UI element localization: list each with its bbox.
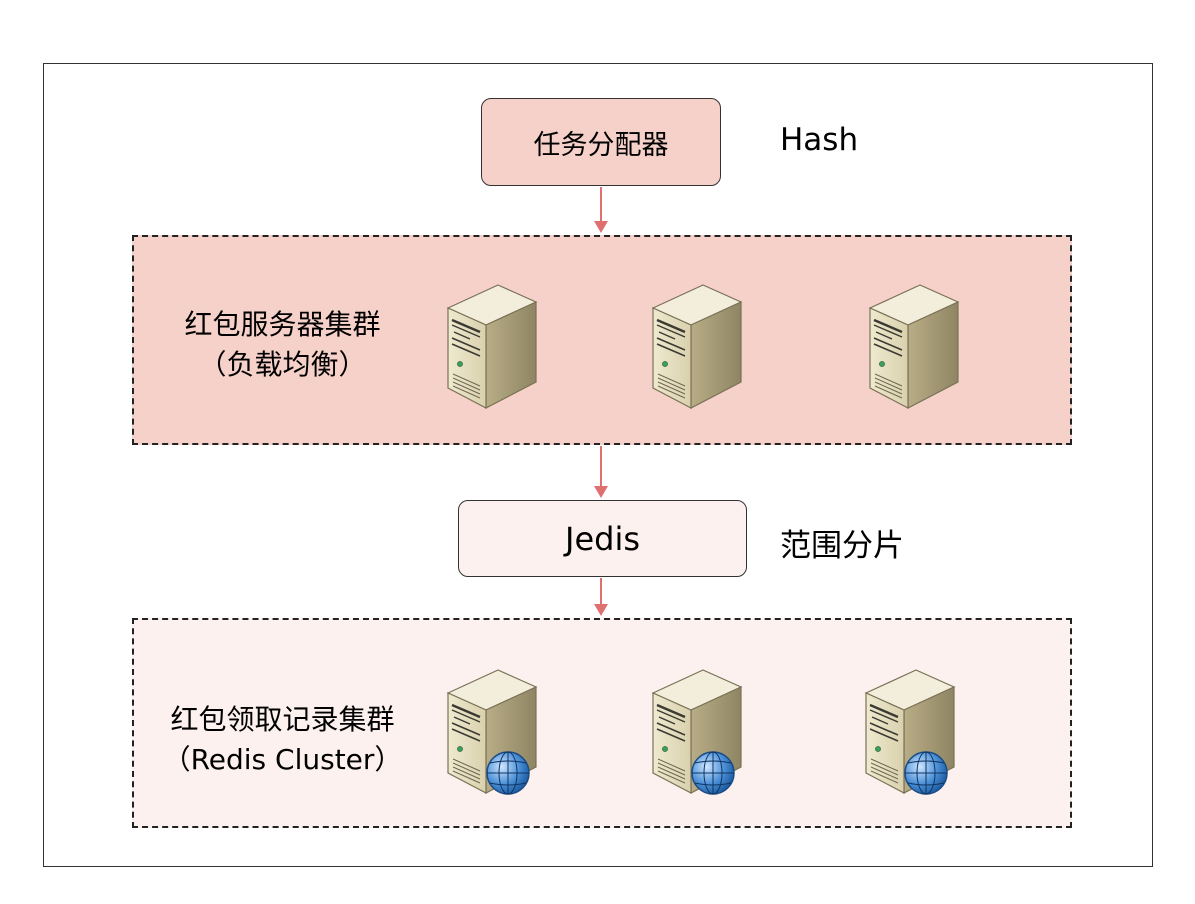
arrow-cluster-to-jedis [594, 446, 608, 498]
redis-cluster-title-line2: （Redis Cluster） [162, 743, 403, 776]
service-cluster-title-line1: 红包服务器集群 [184, 308, 381, 341]
jedis-label: Jedis [565, 519, 640, 558]
service-cluster-title-line2: （负载均衡） [198, 348, 367, 381]
arrow-jedis-to-redis [594, 578, 608, 616]
jedis-annotation: 范围分片 [780, 528, 904, 564]
server-icon [645, 280, 755, 415]
redis-cluster-title: 红包领取记录集群 （Redis Cluster） [150, 700, 415, 780]
jedis-box: Jedis [458, 500, 747, 577]
web-server-icon [440, 665, 550, 800]
dispatcher-annotation: Hash [780, 122, 859, 158]
server-icon [440, 280, 550, 415]
dispatcher-box: 任务分配器 [481, 98, 721, 186]
service-cluster-title: 红包服务器集群 （负载均衡） [150, 305, 415, 385]
arrow-dispatcher-to-cluster [594, 187, 608, 233]
server-icon [862, 280, 972, 415]
dispatcher-label: 任务分配器 [533, 129, 669, 161]
web-server-icon [645, 665, 755, 800]
redis-cluster-title-line1: 红包领取记录集群 [170, 703, 395, 736]
web-server-icon [858, 665, 968, 800]
